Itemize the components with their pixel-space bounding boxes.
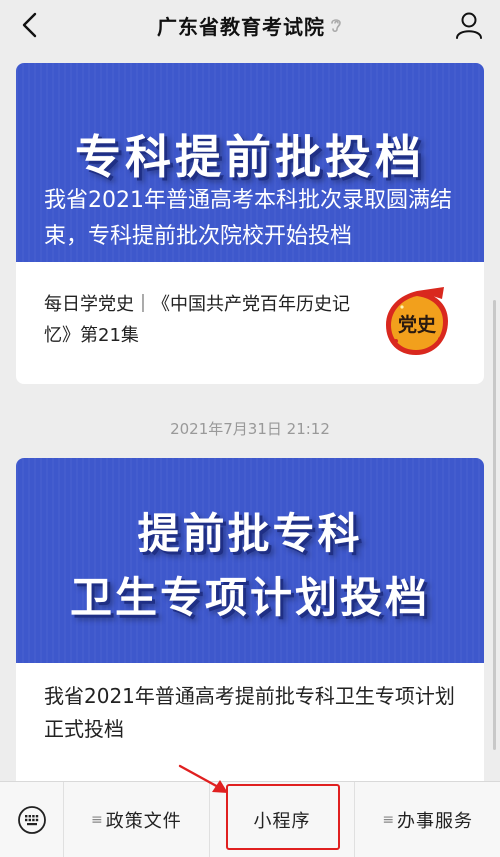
menu-label: 政策文件 [105, 810, 182, 832]
banner-title-line1: 提前批专科 [137, 509, 363, 558]
keyboard-toggle-button[interactable] [0, 782, 64, 857]
nav-header: 广东省教育考试院 [0, 0, 500, 50]
article-description: 每日学党史｜《中国共产党百年历史记忆》第21集 [44, 294, 350, 346]
banner-subtitle: 我省2021年普通高考本科批次录取圆满结束，专科提前批次院校开始投档 [44, 188, 452, 249]
badge-text: 党史 [398, 313, 437, 336]
submenu-icon: ≡ [382, 811, 395, 828]
page-title: 广东省教育考试院 [157, 11, 343, 40]
article-card-2[interactable]: 提前批专科 卫生专项计划投档 我省2021年普通高考提前批专科卫生专项计划正式投… [16, 458, 484, 781]
keyboard-icon [17, 806, 46, 834]
article-banner-2[interactable]: 提前批专科 卫生专项计划投档 [16, 458, 484, 663]
article-banner-1[interactable]: 专科提前批投档 我省2021年普通高考本科批次录取圆满结束，专科提前批次院校开始… [16, 63, 484, 262]
message-list[interactable]: 专科提前批投档 我省2021年普通高考本科批次录取圆满结束，专科提前批次院校开始… [0, 50, 500, 781]
article-description: 我省2021年普通高考提前批专科卫生专项计划正式投档 [44, 684, 455, 741]
menu-label: 小程序 [253, 810, 311, 832]
timestamp: 2021年7月31日 21:12 [170, 420, 330, 438]
menu-label: 办事服务 [397, 810, 474, 832]
banner-title: 专科提前批投档 [75, 130, 425, 184]
annotation-arrow-icon [178, 764, 228, 793]
scrollbar[interactable] [493, 300, 496, 750]
banner-title-line2: 卫生专项计划投档 [69, 573, 430, 622]
menu-services[interactable]: ≡ 办事服务 [355, 782, 500, 857]
party-history-badge-icon: 党史 [386, 287, 448, 355]
profile-icon[interactable] [454, 10, 484, 40]
listen-ear-icon[interactable] [329, 16, 343, 34]
page-title-text: 广东省教育考试院 [157, 14, 325, 39]
back-arrow-icon [22, 12, 37, 38]
back-button[interactable] [14, 9, 46, 41]
article-card-1[interactable]: 专科提前批投档 我省2021年普通高考本科批次录取圆满结束，专科提前批次院校开始… [16, 63, 484, 384]
submenu-icon: ≡ [90, 811, 103, 828]
bottom-menu-bar: ≡ 政策文件 小程序 ≡ 办事服务 [0, 781, 500, 857]
